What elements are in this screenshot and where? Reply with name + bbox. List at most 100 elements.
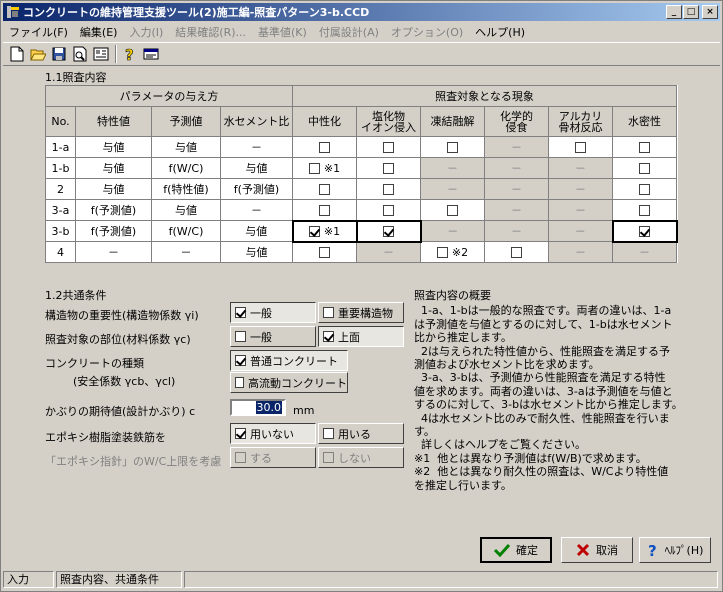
wc-limit-yes-option[interactable]: する [230,447,316,468]
checkbox[interactable] [323,331,334,342]
phenomenon-cell[interactable]: ※1 [291,219,358,243]
maximize-button[interactable]: □ [683,5,699,19]
menu-help[interactable]: ヘルプ(H) [469,24,531,40]
checkbox[interactable] [447,205,458,216]
importance-general-option[interactable]: 一般 [230,302,316,323]
grid-row[interactable]: 4 －－与値－ ※2 －－ [45,241,677,263]
checkbox[interactable] [383,184,394,195]
checkbox[interactable] [308,225,320,237]
phenomenon-cell[interactable] [355,219,422,243]
row-wc-ratio: 与値 [220,157,293,179]
phenomenon-cell[interactable] [484,241,549,263]
help-question-icon[interactable]: ? [120,44,140,64]
epoxy-not-use-option[interactable]: 用いない [230,423,316,444]
menu-input[interactable]: 入力(I) [123,24,169,40]
checkbox[interactable] [575,142,586,153]
checkbox[interactable] [383,142,394,153]
checkbox[interactable] [639,184,650,195]
section-1-title: 1.1照査内容 [45,71,107,84]
phenomenon-cell[interactable] [356,136,421,158]
checkbox[interactable] [308,162,320,174]
menu-file[interactable]: ファイル(F) [3,24,74,40]
wc-limit-no-option[interactable]: しない [318,447,404,468]
checkbox[interactable] [319,184,330,195]
checkbox[interactable] [639,204,650,216]
checkbox[interactable] [323,452,334,463]
phenomenon-cell[interactable] [356,199,421,221]
phenomenon-cell: － [420,157,485,179]
part-general-option[interactable]: 一般 [230,326,316,347]
phenomenon-cell[interactable] [356,178,421,200]
checkbox[interactable] [323,307,334,318]
title-bar[interactable]: コンクリートの維持管理支援ツール(2)施工編-照査パターン3-b.CCD _ □… [3,3,720,21]
grid-row[interactable]: 1-b 与値 f(W/C) 与値 ※1 －－－ [45,157,677,179]
checkbox[interactable] [639,163,650,174]
ok-button[interactable]: 確定 [480,537,552,563]
cancel-button[interactable]: 取消 [561,537,633,563]
phenomenon-cell[interactable] [292,241,357,263]
phenomenon-cell[interactable] [292,178,357,200]
checkbox[interactable] [383,204,394,216]
checkbox[interactable] [235,428,246,439]
menu-results[interactable]: 結果確認(R)... [169,24,252,40]
checkbox[interactable] [235,355,246,366]
summary-line: は予測値を与値とするのに対して、1-bは水セメント [414,317,673,331]
checkbox[interactable] [383,226,394,237]
report-icon[interactable] [91,44,111,64]
checkbox[interactable] [319,247,330,259]
checkbox[interactable] [235,452,246,463]
checkbox[interactable] [235,377,244,388]
col-wc-ratio: 水セメント比 [220,106,293,137]
row-characteristic: 与値 [75,136,152,158]
new-file-icon[interactable] [7,44,27,64]
checkbox[interactable] [323,428,334,439]
phenomenon-cell[interactable] [356,157,421,179]
menu-standards[interactable]: 基準値(K) [252,24,313,40]
checkbox[interactable] [447,142,458,153]
checkbox[interactable] [235,331,246,342]
phenomenon-cell[interactable] [420,199,485,221]
col-asr: アルカリ 骨材反応 [558,109,603,134]
cover-input[interactable]: 30.0 [230,399,286,416]
part-top-option[interactable]: 上面 [318,326,404,347]
phenomenon-cell[interactable] [548,136,613,158]
grid-row[interactable]: 2 与値 f(特性値) f(予測値) －－－ [45,178,677,200]
help-button[interactable]: ? ﾍﾙﾌﾟ(H) [639,537,711,563]
phenomenon-cell[interactable]: ※2 [420,241,485,263]
save-icon[interactable] [49,44,69,64]
phenomenon-cell[interactable]: ※1 [292,157,357,179]
checkbox[interactable] [436,246,448,258]
menu-design[interactable]: 付属設計(A) [313,24,385,40]
importance-important-option[interactable]: 重要構造物 [318,302,404,323]
concrete-high-fluidity-option[interactable]: 高流動コンクリート [230,372,348,393]
minimize-button[interactable]: _ [666,5,682,19]
phenomenon-cell[interactable] [612,136,677,158]
checkbox[interactable] [319,204,330,216]
row-characteristic: 与値 [75,157,152,179]
phenomenon-cell: － [548,241,613,263]
menu-options[interactable]: オプション(O) [385,24,469,40]
phenomenon-cell[interactable] [611,219,678,243]
close-button[interactable]: × [702,5,718,19]
print-preview-icon[interactable] [70,44,90,64]
epoxy-use-option[interactable]: 用いる [318,423,404,444]
phenomenon-cell[interactable] [612,178,677,200]
checkbox[interactable] [319,142,330,153]
phenomenon-cell[interactable] [420,136,485,158]
grid-row[interactable]: 3-b f(予測値) f(W/C) 与値 ※1 －－－ [45,219,678,243]
checkbox[interactable] [383,163,394,174]
phenomenon-cell[interactable] [292,136,357,158]
concrete-normal-option[interactable]: 普通コンクリート [230,350,348,371]
phenomenon-cell[interactable] [612,199,677,221]
info-card-icon[interactable] [141,44,161,64]
checkbox[interactable] [235,307,246,318]
checkbox[interactable] [511,247,522,258]
checkbox[interactable] [639,142,650,153]
grid-row[interactable]: 1-a 与値 与値－－ [45,136,677,158]
grid-row[interactable]: 3-a f(予測値) 与値－－－ [45,199,677,221]
menu-edit[interactable]: 編集(E) [74,24,124,40]
open-folder-icon[interactable] [28,44,48,64]
checkbox[interactable] [639,226,650,237]
phenomenon-cell[interactable] [292,199,357,221]
phenomenon-cell[interactable] [612,157,677,179]
